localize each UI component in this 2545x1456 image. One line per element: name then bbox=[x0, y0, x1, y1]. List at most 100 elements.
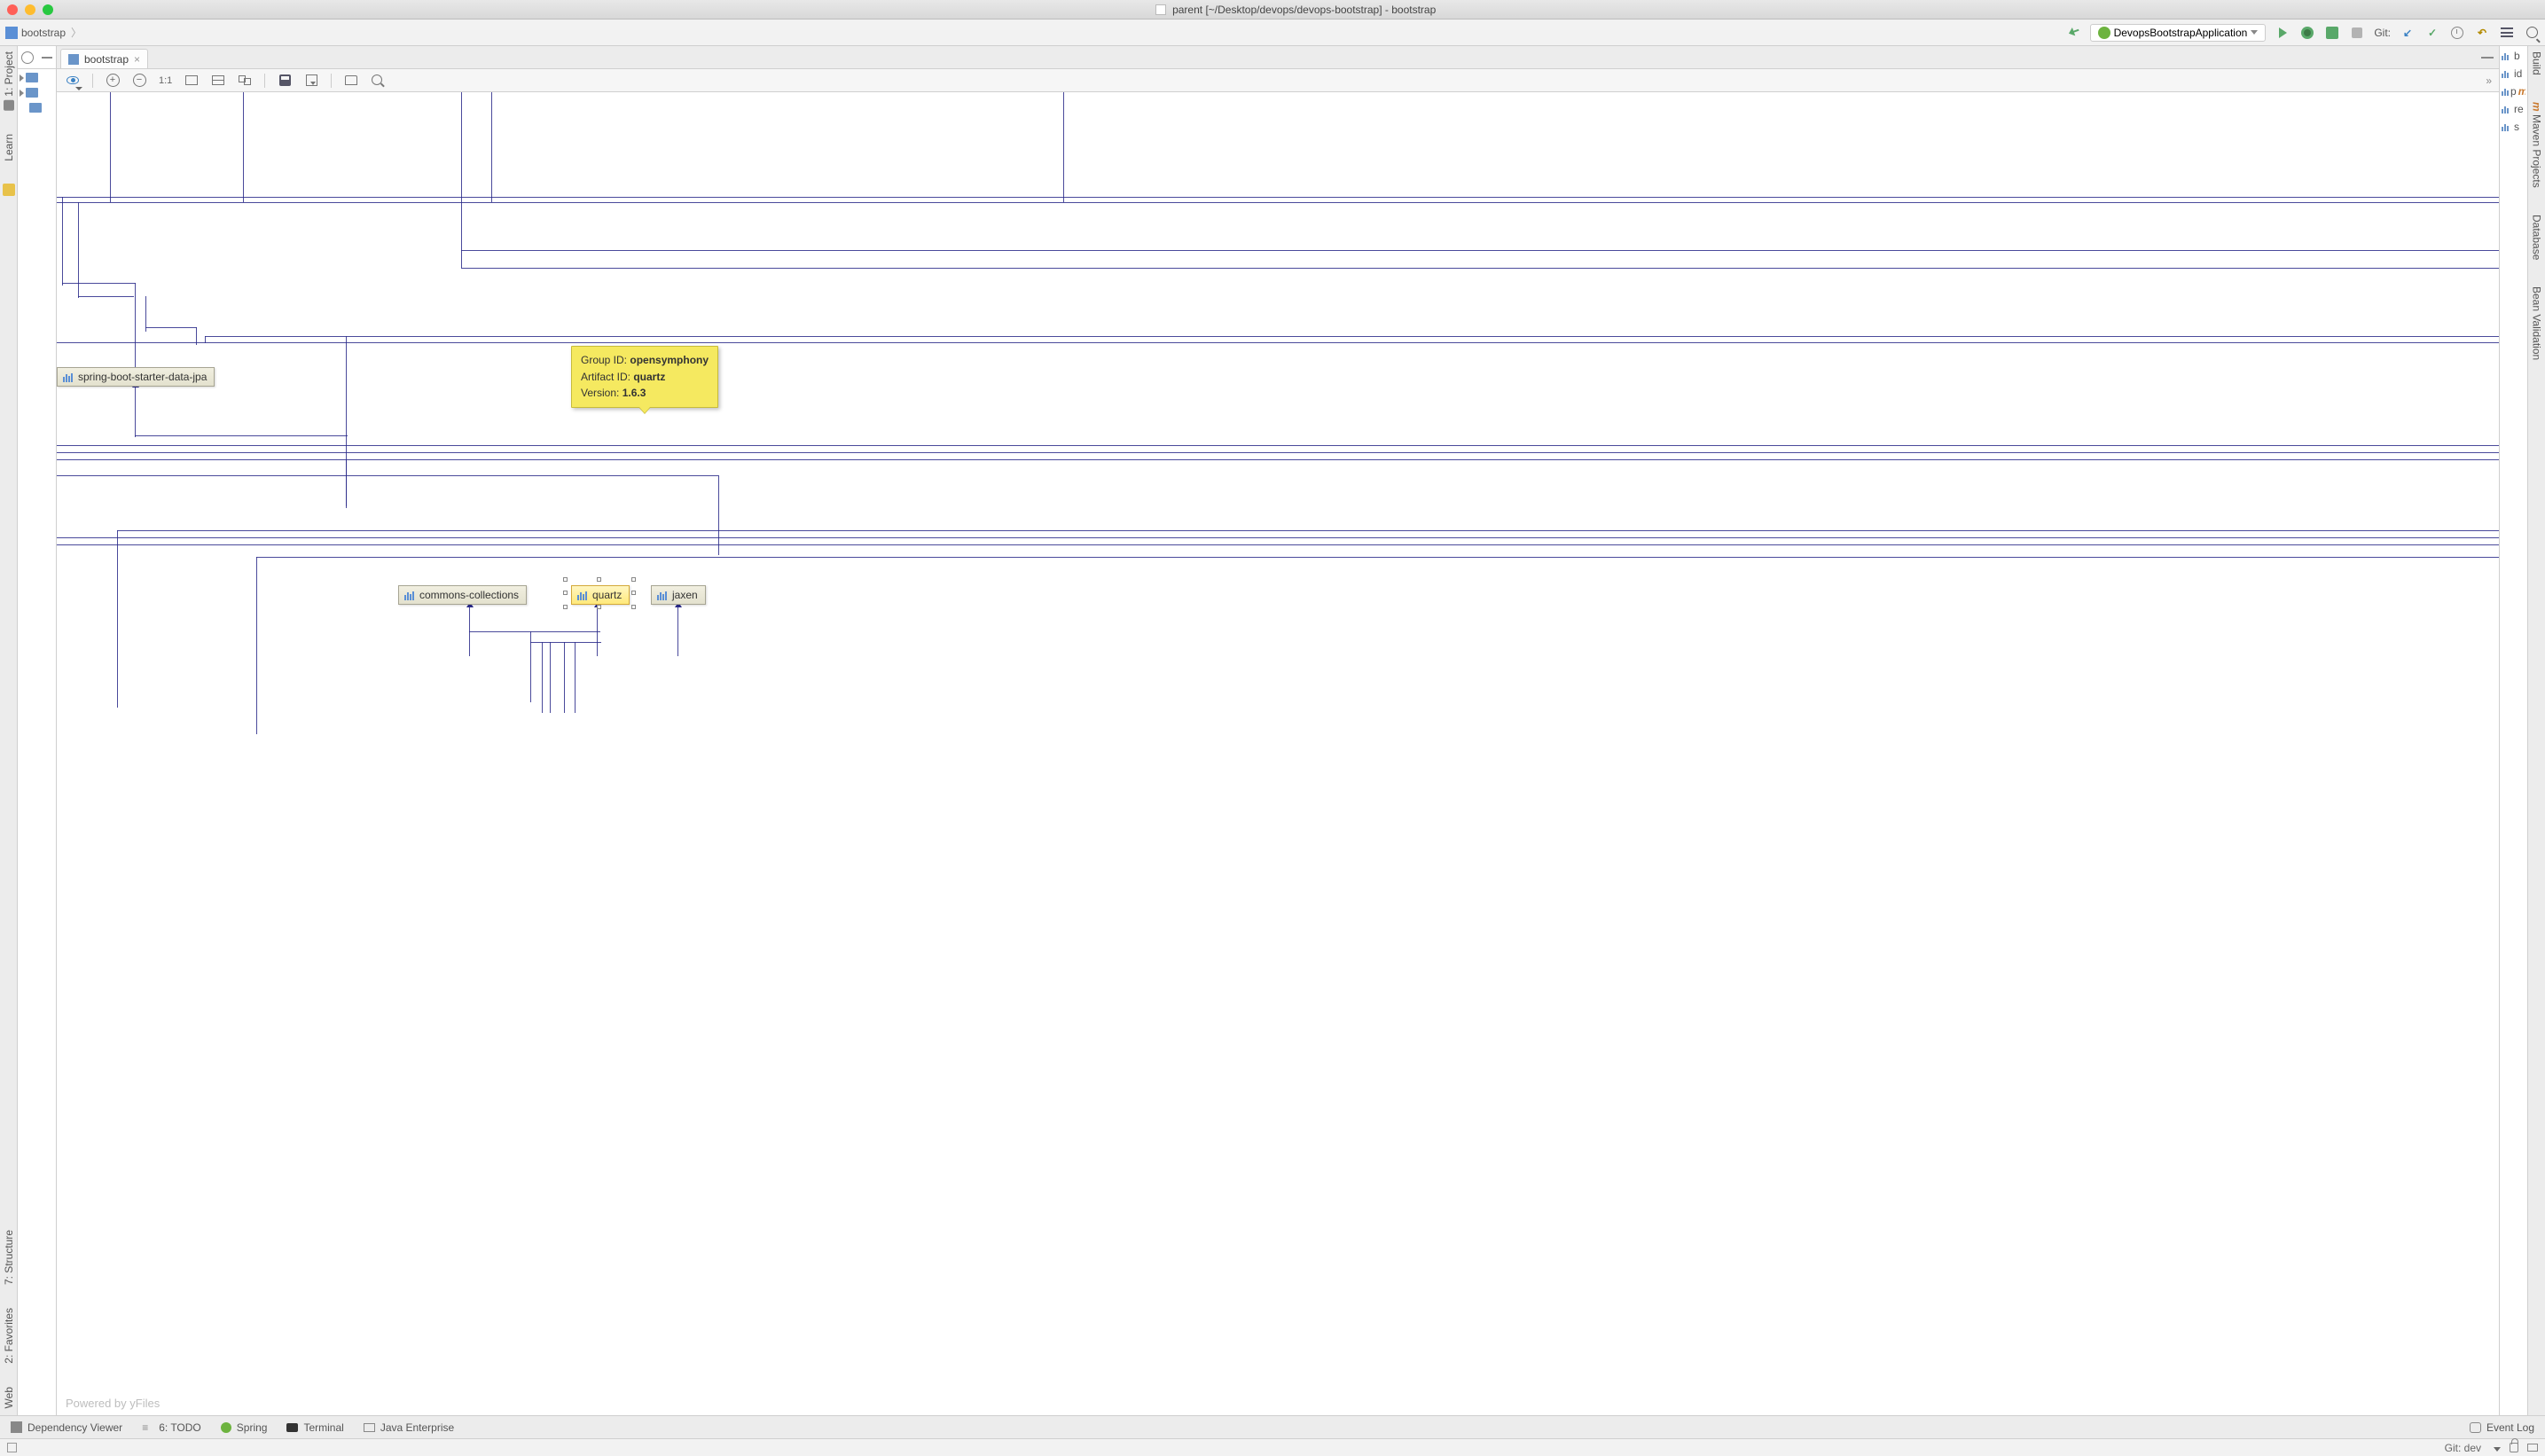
tool-window-project-label: 1: Project bbox=[3, 51, 15, 97]
chevron-right-icon: 〉 bbox=[71, 25, 82, 40]
git-revert-icon[interactable]: ↶ bbox=[2474, 25, 2490, 41]
route-edges-icon[interactable] bbox=[238, 74, 252, 88]
git-commit-icon[interactable]: ✓ bbox=[2424, 25, 2440, 41]
show-dependencies-icon[interactable] bbox=[66, 74, 80, 88]
tool-window-bean-validation[interactable]: Bean Validation bbox=[2531, 286, 2543, 360]
tool-window-java-enterprise[interactable]: Java Enterprise bbox=[364, 1421, 454, 1434]
terminal-icon bbox=[286, 1423, 298, 1432]
tool-window-database-label: Database bbox=[2531, 215, 2543, 260]
library-icon bbox=[577, 591, 588, 600]
tool-window-project[interactable]: 1: Project bbox=[3, 51, 15, 111]
bottom-tool-bar: Dependency Viewer 6: TODO Spring Termina… bbox=[0, 1415, 2545, 1438]
dependency-diagram-canvas[interactable]: spring-boot-starter-data-jpa commons-col… bbox=[57, 92, 2499, 1415]
tooltip-artifact-label: Artifact ID: bbox=[581, 371, 633, 383]
run-configuration-selector[interactable]: DevopsBootstrapApplication bbox=[2090, 24, 2267, 42]
hide-tabs-icon[interactable] bbox=[2481, 57, 2494, 59]
coverage-button[interactable] bbox=[2324, 25, 2340, 41]
branch-dropdown-icon[interactable] bbox=[2490, 1442, 2501, 1454]
lock-icon[interactable] bbox=[2510, 1443, 2518, 1452]
maven-item-label: re bbox=[2514, 103, 2524, 115]
navigate-back-icon[interactable] bbox=[2065, 25, 2081, 41]
zoom-actual-icon[interactable]: 1:1 bbox=[159, 74, 172, 88]
tool-label: Dependency Viewer bbox=[27, 1421, 122, 1434]
hector-icon[interactable] bbox=[2527, 1444, 2538, 1452]
project-tree-item[interactable] bbox=[20, 88, 54, 98]
tool-label: Java Enterprise bbox=[380, 1421, 454, 1434]
maven-item[interactable]: s bbox=[2502, 121, 2525, 133]
tooltip-group-label: Group ID: bbox=[581, 354, 630, 366]
diagram-icon bbox=[68, 54, 79, 65]
more-actions-icon[interactable]: » bbox=[2486, 74, 2490, 87]
node-jaxen[interactable]: jaxen bbox=[651, 585, 706, 605]
maven-item[interactable]: id bbox=[2502, 67, 2525, 80]
tool-window-event-log[interactable]: Event Log bbox=[2470, 1421, 2534, 1434]
left-tool-gutter: 1: Project Learn 7: Structure 2: Favorit… bbox=[0, 46, 18, 1415]
debug-button[interactable] bbox=[2299, 25, 2315, 41]
tool-window-spring[interactable]: Spring bbox=[221, 1421, 268, 1434]
zoom-in-icon[interactable]: + bbox=[106, 74, 120, 88]
save-diagram-icon[interactable] bbox=[278, 74, 292, 88]
learn-icon bbox=[3, 184, 15, 196]
spring-icon bbox=[221, 1422, 231, 1433]
window-title: parent [~/Desktop/devops/devops-bootstra… bbox=[53, 4, 2538, 16]
tool-window-todo[interactable]: 6: TODO bbox=[142, 1421, 201, 1434]
node-commons-collections[interactable]: commons-collections bbox=[398, 585, 527, 605]
module-icon bbox=[5, 27, 18, 39]
minimize-window-icon[interactable] bbox=[25, 4, 35, 15]
tool-window-learn[interactable]: Learn bbox=[3, 134, 15, 161]
maven-item[interactable]: re bbox=[2502, 103, 2525, 115]
file-icon bbox=[1155, 4, 1166, 15]
tool-window-web[interactable]: Web bbox=[3, 1387, 15, 1408]
git-branch-label[interactable]: Git: dev bbox=[2445, 1442, 2481, 1454]
tool-window-maven[interactable]: mMaven Projects bbox=[2531, 102, 2543, 188]
tool-window-structure-label: 7: Structure bbox=[3, 1230, 15, 1285]
maven-item[interactable]: b bbox=[2502, 50, 2525, 62]
library-icon bbox=[2502, 122, 2512, 131]
tab-bootstrap[interactable]: bootstrap × bbox=[60, 49, 148, 68]
library-icon bbox=[657, 591, 668, 600]
maven-item-label: s bbox=[2514, 121, 2519, 133]
stop-button[interactable] bbox=[2349, 25, 2365, 41]
tool-window-terminal[interactable]: Terminal bbox=[286, 1421, 343, 1434]
node-quartz[interactable]: quartz bbox=[571, 585, 630, 605]
project-panel-header bbox=[18, 46, 56, 69]
node-spring-boot-starter-data-jpa[interactable]: spring-boot-starter-data-jpa bbox=[57, 367, 215, 387]
run-button[interactable] bbox=[2275, 25, 2290, 41]
fit-content-icon[interactable] bbox=[184, 74, 199, 88]
folder-icon bbox=[26, 88, 38, 98]
tool-window-database[interactable]: Database bbox=[2531, 215, 2543, 260]
library-icon bbox=[404, 591, 415, 600]
close-tab-icon[interactable]: × bbox=[134, 53, 140, 66]
minimize-icon[interactable] bbox=[42, 57, 52, 59]
zoom-out-icon[interactable]: − bbox=[132, 74, 146, 88]
maven-item[interactable]: pm bbox=[2502, 85, 2525, 98]
zoom-window-icon[interactable] bbox=[43, 4, 53, 15]
tool-window-dependency-viewer[interactable]: Dependency Viewer bbox=[11, 1421, 122, 1434]
library-icon bbox=[2502, 105, 2512, 114]
tool-window-structure[interactable]: 7: Structure bbox=[3, 1230, 15, 1285]
project-structure-icon[interactable] bbox=[2499, 25, 2515, 41]
git-update-icon[interactable]: ↙ bbox=[2400, 25, 2416, 41]
editor-tabs: bootstrap × bbox=[57, 46, 2499, 69]
export-diagram-icon[interactable] bbox=[304, 74, 318, 88]
project-tree-item[interactable] bbox=[20, 103, 54, 113]
gear-icon[interactable] bbox=[21, 51, 34, 64]
find-icon[interactable] bbox=[371, 74, 385, 88]
tool-window-favorites[interactable]: 2: Favorites bbox=[3, 1308, 15, 1364]
tool-window-learn-label: Learn bbox=[3, 134, 15, 161]
tool-window-maven-label: Maven Projects bbox=[2531, 114, 2543, 188]
git-history-icon[interactable] bbox=[2449, 25, 2465, 41]
print-icon[interactable] bbox=[344, 74, 358, 88]
tool-window-web-label: Web bbox=[3, 1387, 15, 1408]
main-body: 1: Project Learn 7: Structure 2: Favorit… bbox=[0, 46, 2545, 1415]
tool-window-build[interactable]: Build bbox=[2531, 51, 2543, 75]
maven-item-label: b bbox=[2514, 50, 2520, 62]
close-window-icon[interactable] bbox=[7, 4, 18, 15]
search-everywhere-icon[interactable] bbox=[2524, 25, 2540, 41]
breadcrumb[interactable]: bootstrap 〉 bbox=[5, 25, 83, 40]
folder-icon bbox=[26, 73, 38, 82]
spring-boot-icon bbox=[2098, 27, 2110, 39]
apply-layout-icon[interactable] bbox=[211, 74, 225, 88]
project-tree-item[interactable] bbox=[20, 73, 54, 82]
tool-windows-toggle-icon[interactable] bbox=[7, 1443, 17, 1452]
